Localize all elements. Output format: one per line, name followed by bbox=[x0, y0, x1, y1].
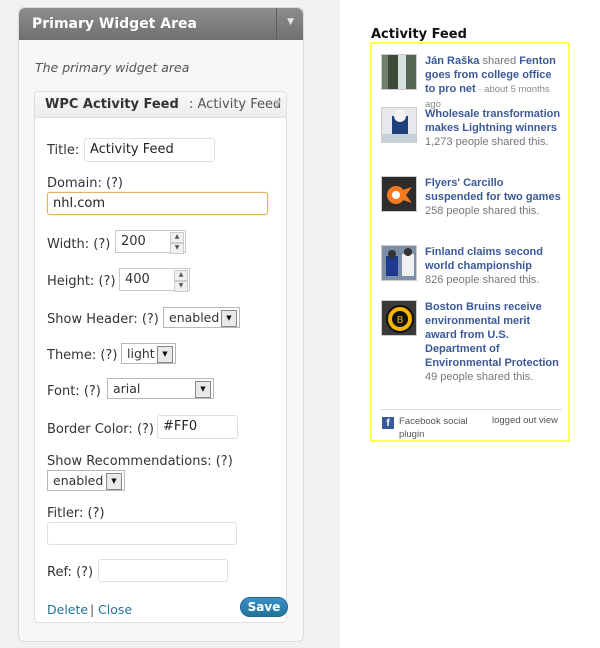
share-count: 258 people shared this. bbox=[425, 205, 540, 217]
header-divider bbox=[276, 8, 277, 40]
domain-label: Domain: (?) bbox=[47, 176, 124, 191]
activity-feed-widget: WPC Activity Feed : Activity Feed ▼ Titl… bbox=[34, 91, 288, 623]
width-value: 200 bbox=[121, 234, 146, 249]
flyers-logo-icon bbox=[381, 176, 417, 212]
dropdown-arrow-icon: ▼ bbox=[106, 473, 122, 490]
feed-item[interactable]: Wholesale transformation makes Lightning… bbox=[381, 107, 561, 167]
theme-value: light bbox=[127, 346, 155, 361]
ref-label: Ref: (?) bbox=[47, 565, 94, 580]
widget-area-description: The primary widget area bbox=[35, 60, 190, 75]
height-value: 400 bbox=[125, 272, 150, 287]
widget-name: WPC Activity Feed bbox=[45, 97, 179, 112]
feed-headline[interactable]: Wholesale transformation makes Lightning… bbox=[425, 107, 561, 135]
show-header-value: enabled bbox=[169, 310, 220, 325]
feed-item[interactable]: Flyers' Carcillo suspended for two games… bbox=[381, 176, 561, 236]
feed-footer: f Facebook social plugin logged out view bbox=[380, 409, 562, 440]
feed-item[interactable]: B Boston Bruins receive environmental me… bbox=[381, 300, 561, 402]
activity-feed-box: Ján Raška shared Fenton goes from colleg… bbox=[370, 42, 570, 442]
domain-input[interactable]: nhl.com bbox=[47, 192, 268, 215]
filter-label: Fitler: (?) bbox=[47, 506, 105, 521]
font-value: arial bbox=[113, 381, 141, 396]
waterfall-photo-icon bbox=[381, 54, 417, 90]
filter-input[interactable] bbox=[47, 522, 237, 545]
show-header-label: Show Header: (?) bbox=[47, 312, 159, 327]
theme-label: Theme: (?) bbox=[47, 348, 118, 363]
feed-headline[interactable]: Finland claims second world championship bbox=[425, 245, 561, 273]
dropdown-arrow-icon: ▼ bbox=[195, 381, 211, 398]
widget-area-header[interactable]: Primary Widget Area ▼ bbox=[19, 8, 303, 40]
share-count: 1,273 people shared this. bbox=[425, 136, 549, 148]
show-recommendations-select[interactable]: enabled ▼ bbox=[47, 470, 125, 491]
title-input[interactable]: Activity Feed bbox=[84, 138, 215, 162]
border-color-label: Border Color: (?) bbox=[47, 422, 154, 437]
height-up-icon[interactable]: ▲ bbox=[174, 270, 188, 281]
title-label: Title: bbox=[47, 143, 80, 158]
feed-headline[interactable]: Flyers' Carcillo suspended for two games bbox=[425, 176, 561, 204]
hockey-players-photo-icon bbox=[381, 245, 417, 281]
theme-select[interactable]: light ▼ bbox=[121, 343, 176, 364]
border-color-input[interactable]: #FF0 bbox=[157, 415, 238, 439]
bruins-logo-icon: B bbox=[381, 300, 417, 336]
widget-toggle-arrow-icon[interactable]: ▼ bbox=[274, 99, 281, 109]
show-header-select[interactable]: enabled ▼ bbox=[163, 307, 240, 328]
share-count: 826 people shared this. bbox=[425, 274, 540, 286]
save-button[interactable]: Save bbox=[240, 597, 288, 617]
widget-header[interactable]: WPC Activity Feed : Activity Feed ▼ bbox=[35, 92, 286, 118]
close-link[interactable]: Close bbox=[98, 602, 132, 617]
width-down-icon[interactable]: ▼ bbox=[170, 243, 184, 254]
height-down-icon[interactable]: ▼ bbox=[174, 281, 188, 292]
feed-item[interactable]: Finland claims second world championship… bbox=[381, 245, 561, 293]
feed-item[interactable]: Ján Raška shared Fenton goes from colleg… bbox=[381, 54, 561, 110]
collapse-arrow-icon[interactable]: ▼ bbox=[287, 17, 294, 27]
feed-verb: shared bbox=[479, 55, 520, 67]
action-separator: | bbox=[90, 602, 95, 617]
width-label: Width: (?) bbox=[47, 237, 111, 252]
feed-author[interactable]: Ján Raška bbox=[425, 55, 479, 67]
hockey-goalie-photo-icon bbox=[381, 107, 417, 143]
font-select[interactable]: arial ▼ bbox=[107, 378, 214, 399]
show-recommendations-value: enabled bbox=[53, 473, 104, 488]
facebook-plugin-link[interactable]: Facebook social plugin bbox=[399, 415, 479, 441]
widget-area-title: Primary Widget Area bbox=[32, 16, 197, 32]
show-recommendations-label: Show Recommendations: (?) bbox=[47, 454, 233, 469]
dropdown-arrow-icon: ▼ bbox=[221, 310, 237, 327]
facebook-icon[interactable]: f bbox=[382, 417, 394, 429]
feed-headline[interactable]: Boston Bruins receive environmental meri… bbox=[425, 300, 561, 370]
height-stepper[interactable]: 400 ▲ ▼ bbox=[119, 268, 190, 292]
font-label: Font: (?) bbox=[47, 384, 101, 399]
width-up-icon[interactable]: ▲ bbox=[170, 232, 184, 243]
ref-input[interactable] bbox=[98, 559, 228, 582]
primary-widget-area: Primary Widget Area ▼ The primary widget… bbox=[18, 7, 304, 642]
logged-out-view-label: logged out view bbox=[492, 415, 559, 426]
height-label: Height: (?) bbox=[47, 274, 116, 289]
share-count: 49 people shared this. bbox=[425, 371, 534, 383]
width-stepper[interactable]: 200 ▲ ▼ bbox=[115, 230, 186, 254]
feed-title: Activity Feed bbox=[371, 27, 467, 42]
delete-link[interactable]: Delete bbox=[47, 602, 88, 617]
dropdown-arrow-icon: ▼ bbox=[157, 346, 173, 363]
widget-subtitle: : Activity Feed bbox=[189, 97, 282, 112]
svg-text:B: B bbox=[397, 315, 404, 326]
